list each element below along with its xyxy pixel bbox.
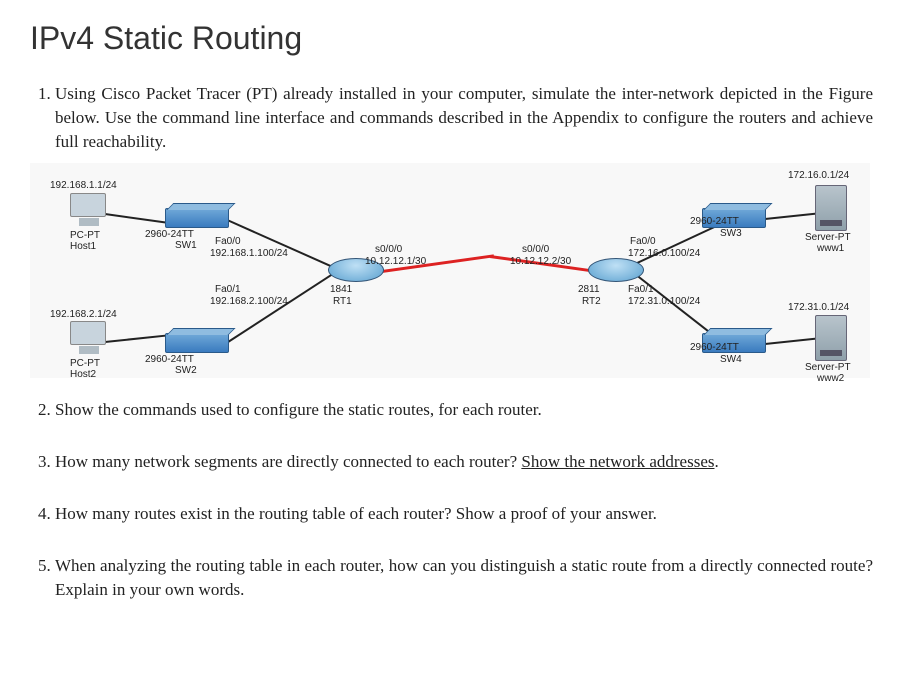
question-1-text: Using Cisco Packet Tracer (PT) already i…	[55, 84, 873, 151]
question-3-text-a: How many network segments are directly c…	[55, 452, 521, 471]
question-4: How many routes exist in the routing tab…	[55, 502, 873, 526]
host2-icon	[70, 321, 108, 355]
network-diagram: 192.168.1.1/24 PC-PT Host1 2960-24TT SW1…	[30, 163, 870, 378]
sw3-name: SW3	[720, 227, 742, 241]
page-title: IPv4 Static Routing	[30, 20, 873, 57]
rt1-name: RT1	[333, 295, 352, 309]
link-sw4-www2	[765, 338, 820, 346]
host1-name: Host1	[70, 240, 96, 254]
link-host1-sw1	[105, 213, 169, 224]
question-1: Using Cisco Packet Tracer (PT) already i…	[55, 82, 873, 378]
link-host2-sw2	[105, 335, 169, 344]
rt2-icon	[588, 258, 644, 282]
www1-ip: 172.16.0.1/24	[788, 169, 849, 183]
rt1-fa01-ip: 192.168.2.100/24	[210, 295, 288, 309]
sw2-icon	[165, 333, 229, 353]
serial-a-ip: 10.12.12.1/30	[365, 255, 426, 269]
link-sw3-www1	[765, 213, 820, 221]
host2-ip-label: 192.168.2.1/24	[50, 308, 117, 322]
sw4-name: SW4	[720, 353, 742, 367]
rt2-fa00-ip: 172.16.0.100/24	[628, 247, 700, 261]
host2-name: Host2	[70, 368, 96, 382]
www2-icon	[815, 315, 847, 361]
link-sw1-rt1	[225, 218, 335, 269]
www1-icon	[815, 185, 847, 231]
question-2: Show the commands used to configure the …	[55, 398, 873, 422]
www2-name: www2	[817, 372, 844, 386]
question-list: Using Cisco Packet Tracer (PT) already i…	[30, 82, 873, 601]
rt2-fa01-ip: 172.31.0.100/24	[628, 295, 700, 309]
question-3-link: Show the network addresses	[521, 452, 714, 471]
question-5: When analyzing the routing table in each…	[55, 554, 873, 602]
serial-b-ip: 10.12.12.2/30	[510, 255, 571, 269]
question-3: How many network segments are directly c…	[55, 450, 873, 474]
sw1-name: SW1	[175, 239, 197, 253]
www1-name: www1	[817, 242, 844, 256]
rt2-name: RT2	[582, 295, 601, 309]
host1-ip-label: 192.168.1.1/24	[50, 179, 117, 193]
rt1-fa00-ip: 192.168.1.100/24	[210, 247, 288, 261]
question-3-text-c: .	[714, 452, 718, 471]
sw2-name: SW2	[175, 364, 197, 378]
host1-icon	[70, 193, 108, 227]
www2-ip: 172.31.0.1/24	[788, 301, 849, 315]
sw1-icon	[165, 208, 229, 228]
